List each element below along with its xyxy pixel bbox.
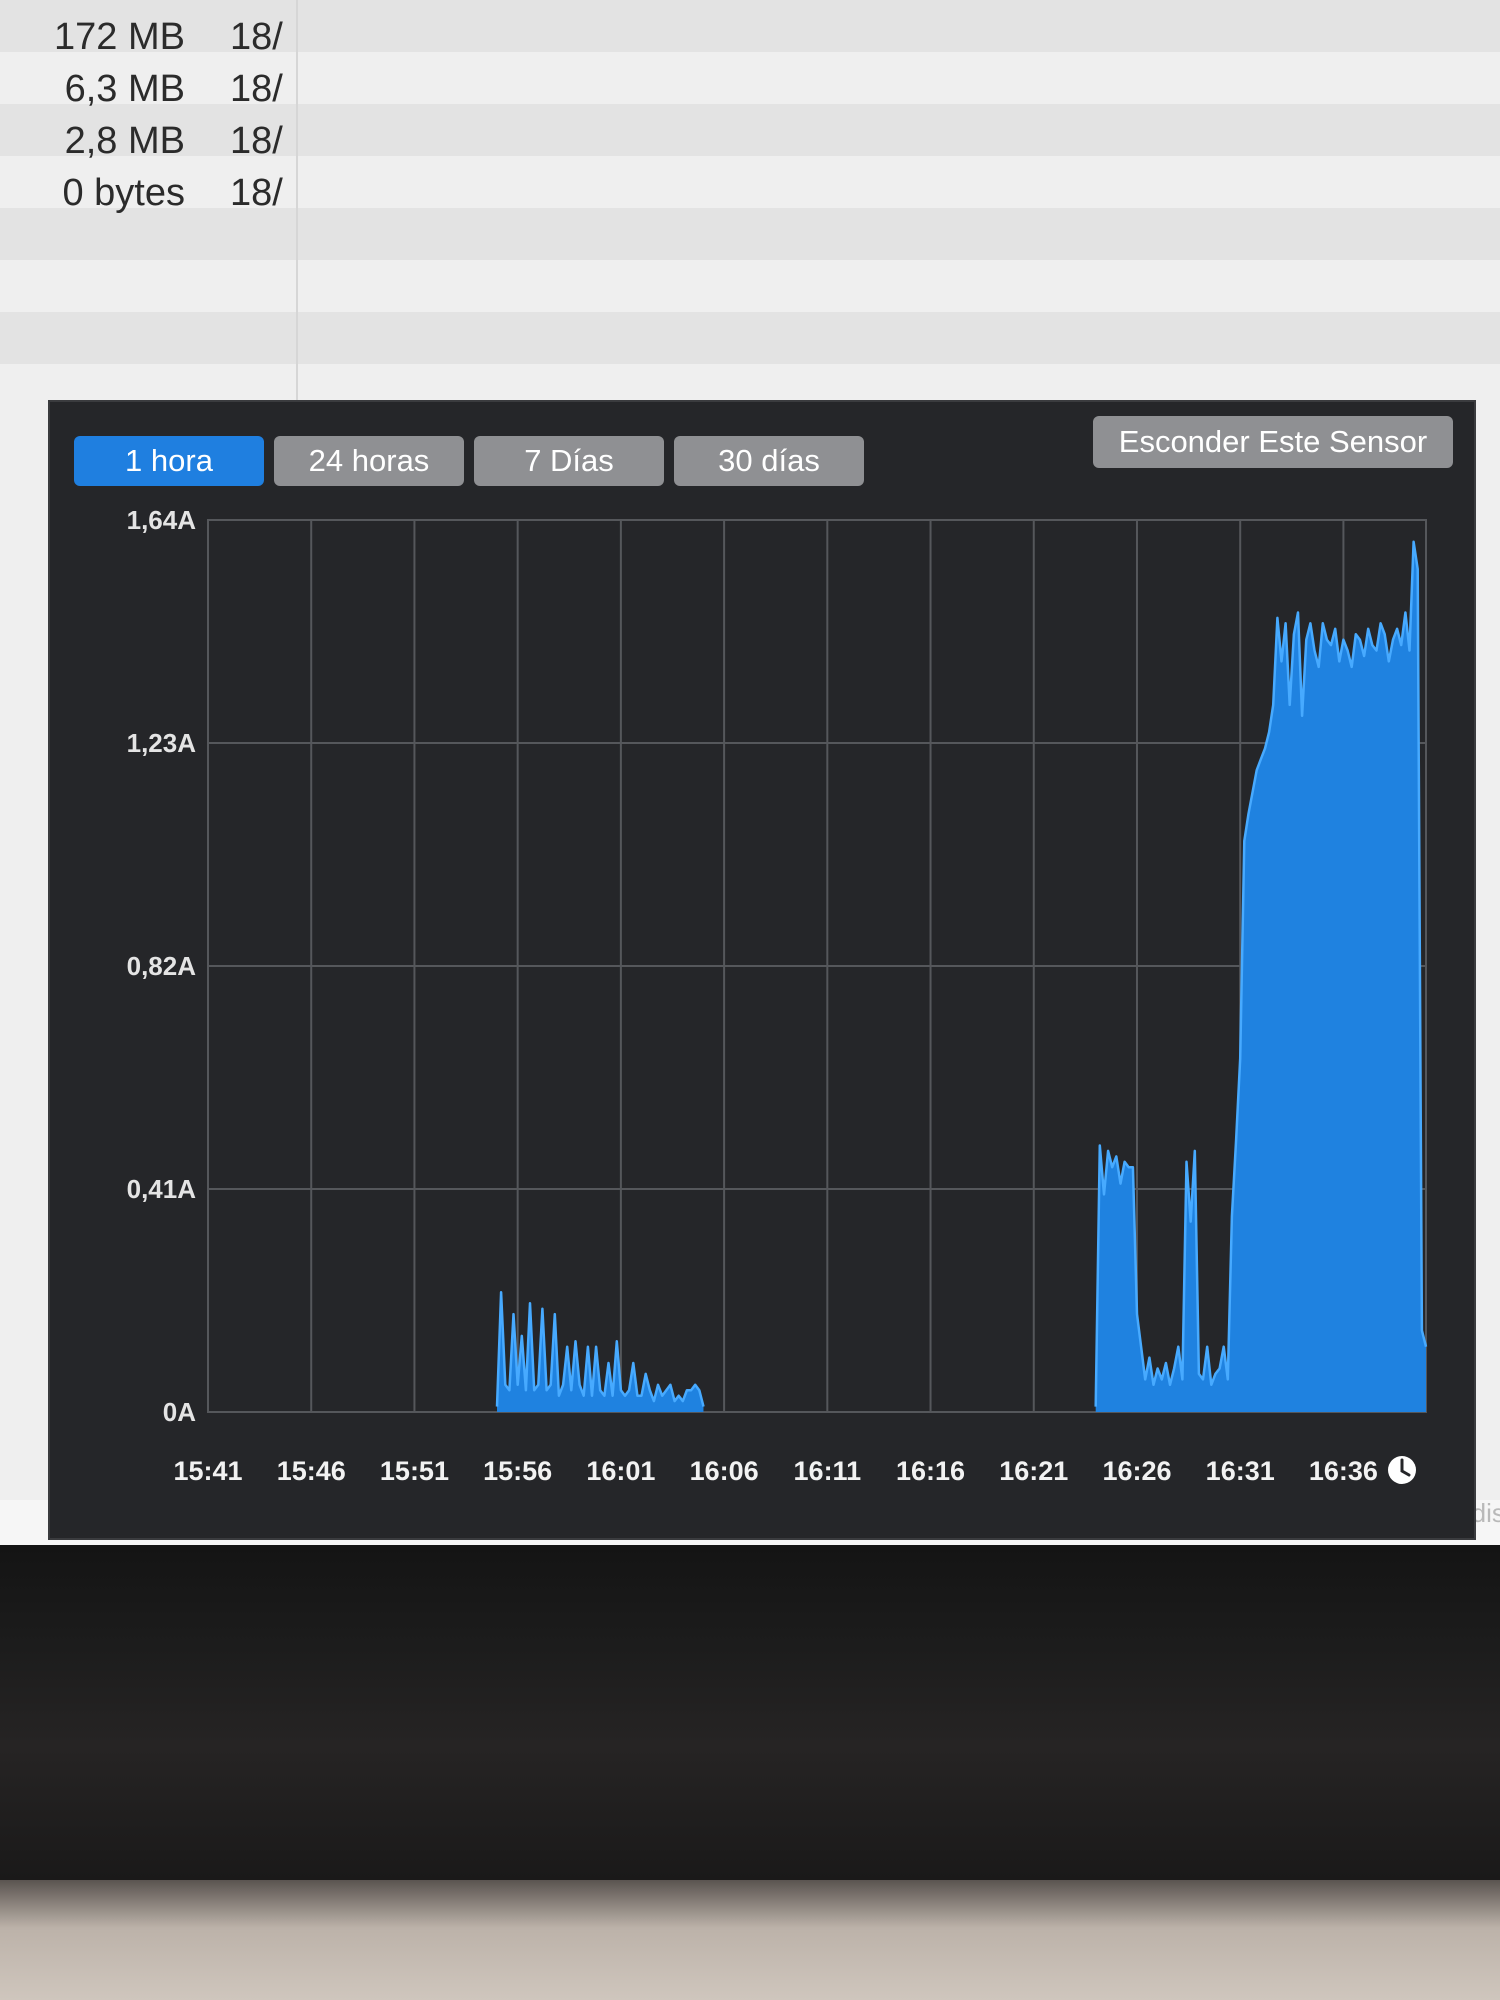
chart-series-area: [495, 540, 1428, 1412]
x-tick-label: 15:41: [173, 1456, 242, 1486]
x-tick-label: 15:56: [483, 1456, 552, 1486]
x-axis: 15:41 15:46 15:51 15:56 16:01 16:06 16:11 16:16…: [173, 1456, 1377, 1486]
y-axis: 0A 0,41A 0,82A 1,23A 1,64A: [127, 505, 197, 1427]
y-tick-label: 1,64A: [127, 505, 197, 535]
file-row[interactable]: 6,3 MB 18/: [0, 60, 300, 112]
x-tick-label: 15:46: [277, 1456, 346, 1486]
y-tick-label: 0A: [163, 1397, 196, 1427]
series-area: [1095, 541, 1426, 1412]
x-tick-label: 16:06: [690, 1456, 759, 1486]
x-tick-label: 16:11: [794, 1456, 862, 1486]
sensor-panel: 1 hora 24 horas 7 Días 30 días Esconder …: [48, 400, 1476, 1540]
file-date: 18/: [230, 120, 283, 162]
file-date: 18/: [230, 172, 283, 214]
file-row[interactable]: 0 bytes 18/: [0, 164, 300, 216]
x-tick-label: 16:16: [896, 1456, 965, 1486]
file-row[interactable]: 172 MB 18/: [0, 8, 300, 60]
y-tick-label: 0,82A: [127, 951, 197, 981]
file-size: 2,8 MB: [64, 120, 185, 162]
x-tick-label: 16:26: [1102, 1456, 1171, 1486]
monitor-bezel: [0, 1545, 1500, 1880]
file-size: 6,3 MB: [64, 68, 185, 110]
x-tick-label: 16:36: [1309, 1456, 1378, 1486]
y-tick-label: 1,23A: [127, 728, 197, 758]
file-size: 0 bytes: [62, 172, 185, 214]
x-tick-label: 15:51: [380, 1456, 449, 1486]
x-tick-label: 16:31: [1206, 1456, 1275, 1486]
file-date: 18/: [230, 68, 283, 110]
file-size: 172 MB: [54, 16, 185, 58]
row-stripe: [0, 312, 1500, 364]
desk-surface: [0, 1880, 1500, 2000]
current-chart: 0A0,41A0,82A1,23A1,64A 15:41 15:46 15:51 15…: [127, 505, 1428, 1486]
y-tick-label: 0,41A: [127, 1174, 197, 1204]
clock-icon[interactable]: [1388, 1456, 1416, 1484]
file-row[interactable]: 2,8 MB 18/: [0, 112, 300, 164]
x-tick-label: 16:21: [999, 1456, 1068, 1486]
file-date: 18/: [230, 16, 283, 58]
x-tick-label: 16:01: [586, 1456, 655, 1486]
